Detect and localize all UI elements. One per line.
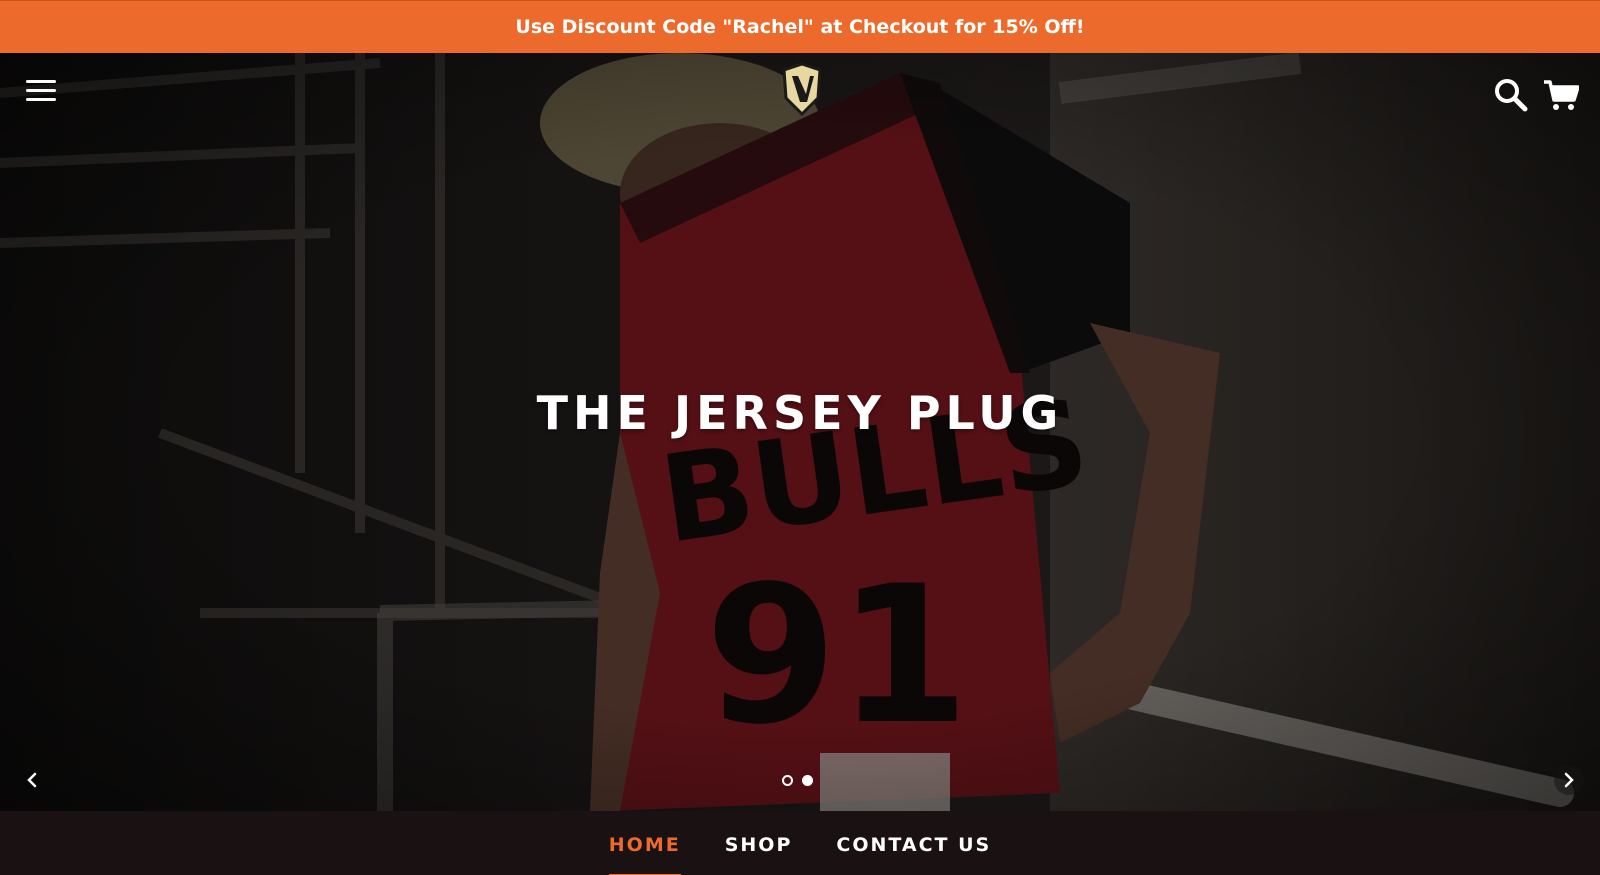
slide-pagination — [782, 775, 813, 786]
nav-item-contact-us[interactable]: CONTACT US — [836, 830, 991, 856]
slide-next-button[interactable] — [1554, 765, 1584, 795]
hamburger-menu-icon — [26, 80, 56, 83]
hero-title: THE JERSEY PLUG — [536, 386, 1064, 440]
hero-slideshow: BULLS 91 THE JERSEY PLUG — [0, 53, 1600, 811]
chevron-left-icon — [27, 772, 37, 788]
slide-prev-button[interactable] — [17, 765, 47, 795]
announcement-text: Use Discount Code "Rachel" at Checkout f… — [515, 16, 1085, 38]
nav-item-home[interactable]: HOME — [608, 830, 681, 875]
shield-logo-icon[interactable] — [780, 62, 824, 118]
search-icon[interactable] — [1494, 78, 1528, 112]
main-navigation: HOME SHOP CONTACT US — [0, 811, 1600, 875]
announcement-bar: Use Discount Code "Rachel" at Checkout f… — [0, 0, 1600, 53]
chevron-right-icon — [1564, 772, 1574, 788]
menu-button[interactable] — [26, 80, 58, 104]
slide-dot-2[interactable] — [802, 775, 813, 786]
cart-icon[interactable] — [1543, 78, 1579, 112]
nav-item-shop[interactable]: SHOP — [725, 830, 793, 856]
slide-dot-1[interactable] — [782, 775, 793, 786]
